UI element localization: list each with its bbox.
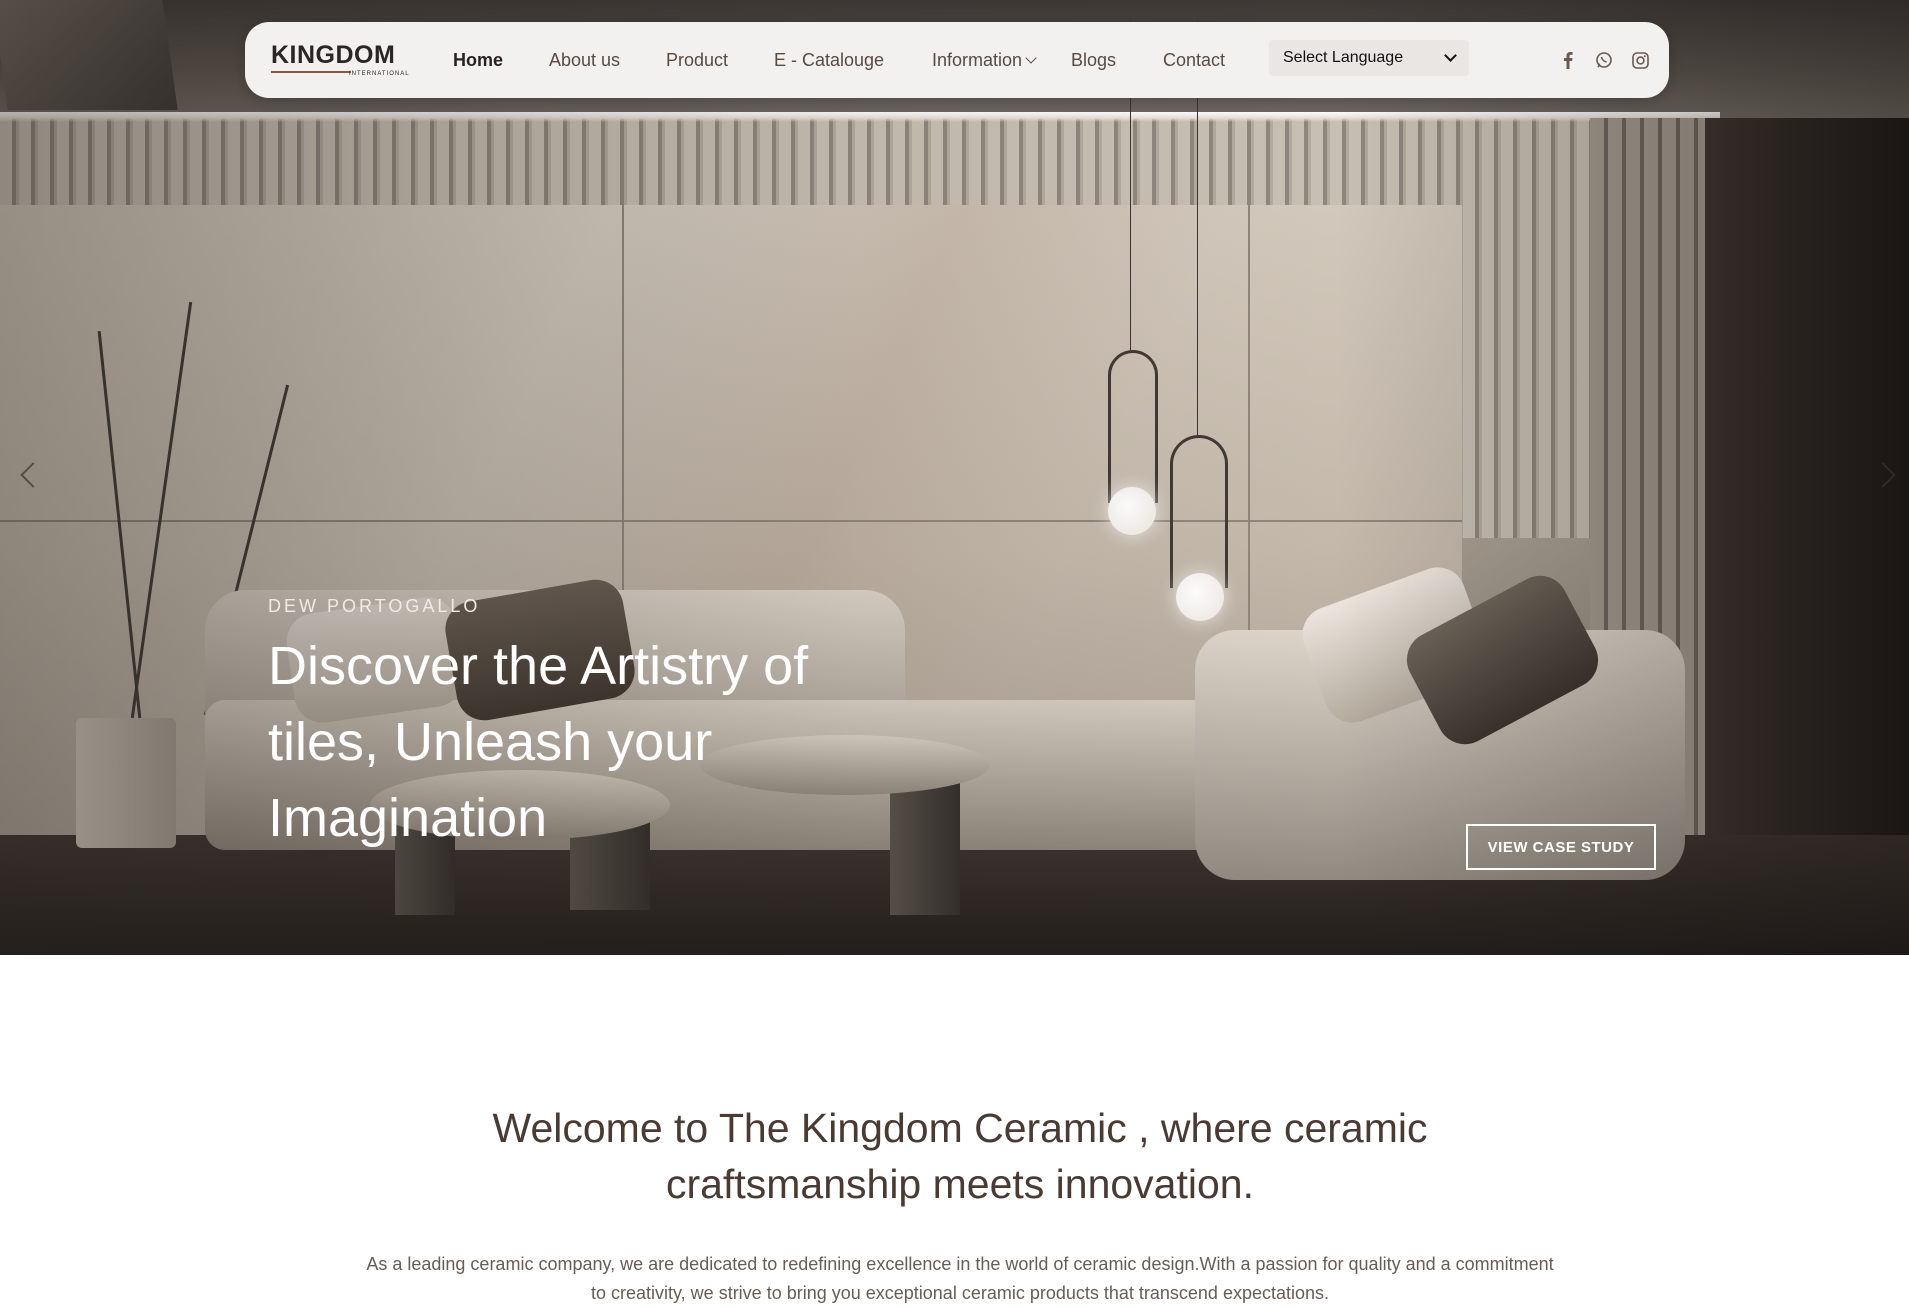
view-case-study-button[interactable]: VIEW CASE STUDY [1466, 824, 1656, 870]
language-select-value: Select Language [1283, 49, 1404, 66]
welcome-heading: Welcome to The Kingdom Ceramic , where c… [492, 1105, 1428, 1207]
logo[interactable]: KINGDOM INTERNATIONAL [271, 41, 411, 81]
chevron-down-icon [1025, 52, 1037, 64]
nav-e-catalogue[interactable]: E - Catalouge [774, 50, 884, 71]
logo-rule [271, 71, 351, 73]
slider-prev-arrow-icon[interactable] [12, 458, 46, 492]
nav-home[interactable]: Home [453, 50, 503, 71]
facebook-icon[interactable] [1557, 49, 1579, 71]
slider-next-arrow-icon[interactable] [1870, 458, 1904, 492]
logo-wordmark: KINGDOM [271, 41, 396, 69]
main-navbar: KINGDOM INTERNATIONAL Home About us Prod… [245, 22, 1669, 98]
hero-headline: Discover the Artistry of tiles, Unleash … [268, 636, 809, 848]
nav-information[interactable]: Information [932, 50, 1037, 71]
instagram-icon[interactable] [1629, 49, 1651, 71]
hero-eyebrow: DEW PORTOGALLO [268, 596, 481, 616]
nav-blogs[interactable]: Blogs [1071, 50, 1116, 71]
hero-slider: DEW PORTOGALLO Discover the Artistry of … [0, 0, 1909, 955]
nav-product[interactable]: Product [666, 50, 728, 71]
language-select[interactable]: Select Language [1269, 40, 1469, 76]
nav-information-label: Information [932, 50, 1023, 70]
nav-contact[interactable]: Contact [1163, 50, 1225, 71]
welcome-body: As a leading ceramic company, we are ded… [366, 1254, 1554, 1303]
whatsapp-icon[interactable] [1593, 49, 1615, 71]
nav-about-us[interactable]: About us [549, 50, 620, 71]
logo-subtitle: INTERNATIONAL [349, 71, 410, 77]
chevron-down-icon [1444, 49, 1457, 62]
